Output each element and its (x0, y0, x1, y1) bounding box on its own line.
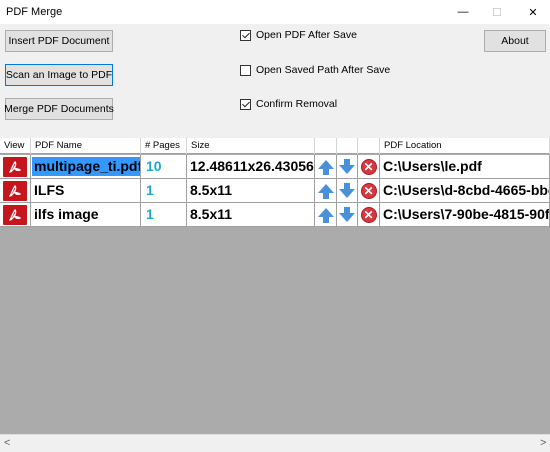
table-row[interactable]: ILFS 1 8.5x11 ✕ C:\Users\d-8cbd-4665-bbc (0, 179, 550, 203)
open-pdf-after-save-checkbox[interactable]: Open PDF After Save (240, 29, 357, 41)
main-panel: Insert PDF Document Scan an Image to PDF… (0, 24, 550, 452)
delete-icon: ✕ (360, 158, 377, 175)
confirm-removal-checkbox[interactable]: Confirm Removal (240, 98, 337, 110)
name-cell[interactable]: multipage_ti.pdf (31, 155, 141, 178)
maximize-button[interactable]: ☐ (480, 0, 514, 24)
pdf-icon[interactable] (3, 180, 27, 201)
move-down-button[interactable] (337, 179, 358, 202)
pdf-name: multipage_ti.pdf (32, 157, 140, 176)
grid-header: View PDF Name # Pages Size PDF Location (0, 138, 550, 154)
arrow-up-icon (317, 160, 334, 175)
open-saved-path-checkbox[interactable]: Open Saved Path After Save (240, 64, 390, 76)
view-cell[interactable] (0, 155, 31, 178)
scroll-right-icon[interactable]: > (540, 437, 546, 449)
minimize-button[interactable]: — (446, 0, 480, 24)
column-header-delete (358, 138, 380, 154)
delete-icon: ✕ (360, 182, 377, 199)
grid-rows: multipage_ti.pdf 10 12.48611x26.43056 ✕ … (0, 155, 550, 227)
scroll-left-icon[interactable]: < (4, 437, 10, 449)
move-up-button[interactable] (315, 155, 337, 178)
table-row[interactable]: multipage_ti.pdf 10 12.48611x26.43056 ✕ … (0, 155, 550, 179)
column-header-up (315, 138, 337, 154)
pages-cell[interactable]: 1 (141, 179, 187, 202)
window-title: PDF Merge (6, 6, 63, 18)
column-header-down (337, 138, 358, 154)
close-button[interactable]: ✕ (516, 0, 550, 24)
checkbox-box[interactable] (240, 64, 251, 76)
merge-pdf-button[interactable]: Merge PDF Documents (4, 98, 114, 120)
minimize-icon: — (457, 6, 469, 18)
pdf-icon[interactable] (3, 156, 27, 177)
move-up-button[interactable] (315, 203, 337, 226)
checkbox-label: Confirm Removal (256, 98, 338, 110)
remove-button[interactable]: ✕ (358, 203, 380, 226)
remove-button[interactable]: ✕ (358, 179, 380, 202)
name-cell[interactable]: ilfs image (31, 203, 141, 226)
column-header-name[interactable]: PDF Name (31, 138, 141, 154)
column-header-view[interactable]: View (0, 138, 31, 154)
arrow-down-icon (339, 159, 355, 174)
move-up-button[interactable] (315, 179, 337, 202)
arrow-down-icon (339, 183, 355, 198)
pdf-grid[interactable]: View PDF Name # Pages Size PDF Location … (0, 138, 550, 452)
view-cell[interactable] (0, 203, 31, 226)
column-header-location[interactable]: PDF Location (380, 138, 550, 154)
arrow-up-icon (317, 184, 334, 199)
close-icon: ✕ (528, 6, 538, 19)
remove-button[interactable]: ✕ (358, 155, 380, 178)
location-cell[interactable]: C:\Users\d-8cbd-4665-bbc (380, 179, 550, 202)
pages-cell[interactable]: 1 (141, 203, 187, 226)
pages-cell[interactable]: 10 (141, 155, 187, 178)
move-down-button[interactable] (337, 203, 358, 226)
arrow-up-icon (317, 208, 334, 223)
name-cell[interactable]: ILFS (31, 179, 141, 202)
column-header-pages[interactable]: # Pages (141, 138, 187, 154)
table-row[interactable]: ilfs image 1 8.5x11 ✕ C:\Users\7-90be-48… (0, 203, 550, 227)
location-cell[interactable]: C:\Users\7-90be-4815-90f7 (380, 203, 550, 226)
size-cell[interactable]: 12.48611x26.43056 (187, 155, 315, 178)
delete-icon: ✕ (360, 206, 377, 223)
size-cell[interactable]: 8.5x11 (187, 179, 315, 202)
pdf-icon[interactable] (3, 204, 27, 225)
size-cell[interactable]: 8.5x11 (187, 203, 315, 226)
about-button[interactable]: About (484, 30, 546, 52)
checkbox-label: Open Saved Path After Save (256, 64, 391, 76)
checkbox-box[interactable] (240, 98, 251, 110)
insert-pdf-button[interactable]: Insert PDF Document (5, 30, 113, 52)
maximize-icon: ☐ (492, 6, 502, 19)
title-bar: PDF Merge — ☐ ✕ (0, 0, 550, 24)
arrow-down-icon (339, 207, 355, 222)
checkbox-label: Open PDF After Save (256, 29, 357, 41)
location-cell[interactable]: C:\Users\le.pdf (380, 155, 550, 178)
view-cell[interactable] (0, 179, 31, 202)
checkbox-box[interactable] (240, 29, 251, 41)
column-header-size[interactable]: Size (187, 138, 315, 154)
scan-image-button[interactable]: Scan an Image to PDF (5, 64, 113, 86)
move-down-button[interactable] (337, 155, 358, 178)
horizontal-scrollbar[interactable]: < > (0, 434, 550, 452)
